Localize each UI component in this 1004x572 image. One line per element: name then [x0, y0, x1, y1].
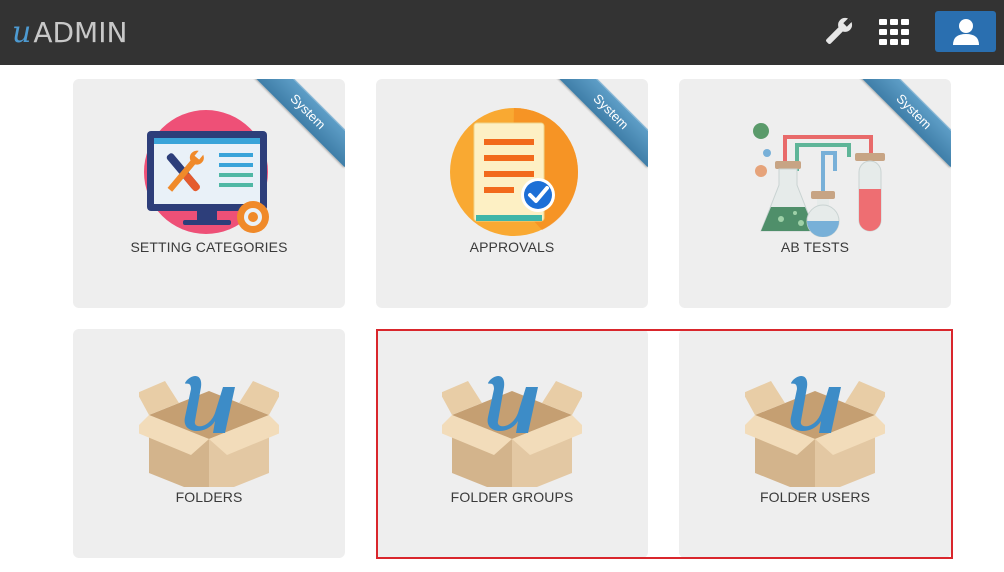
user-icon	[952, 18, 979, 45]
tile-folder-groups[interactable]: FOLDER GROUPS	[376, 329, 648, 558]
tile-label: FOLDERS	[175, 489, 243, 505]
tile-folder-users[interactable]: FOLDER USERS	[679, 329, 951, 558]
wrench-icon[interactable]	[818, 12, 858, 52]
tile-approvals[interactable]: System APPROVALS	[376, 79, 648, 308]
app-logo[interactable]: u ADMIN	[12, 12, 127, 52]
approval-document-icon	[442, 97, 582, 237]
tile-label: FOLDER GROUPS	[450, 489, 574, 505]
u-box-icon	[133, 347, 285, 497]
grid-icon[interactable]	[874, 12, 914, 52]
u-box-icon	[739, 347, 891, 497]
monitor-tools-icon	[139, 97, 279, 237]
user-profile-button[interactable]	[935, 11, 996, 52]
u-box-icon	[436, 347, 588, 497]
logo-text: ADMIN	[33, 15, 128, 49]
lab-flasks-icon	[745, 97, 885, 238]
tile-ab-tests[interactable]: System AB TESTS	[679, 79, 951, 308]
tile-folders[interactable]: FOLDERS	[73, 329, 345, 558]
tile-label: APPROVALS	[469, 239, 555, 255]
tile-label: SETTING CATEGORIES	[130, 239, 288, 255]
logo-u-mark: u	[12, 14, 32, 50]
top-navbar: u ADMIN	[0, 0, 1004, 65]
tile-setting-categories[interactable]: System SETTING CATEGORIES	[73, 79, 345, 308]
tile-label: AB TESTS	[780, 239, 850, 255]
tile-label: FOLDER USERS	[759, 489, 871, 505]
